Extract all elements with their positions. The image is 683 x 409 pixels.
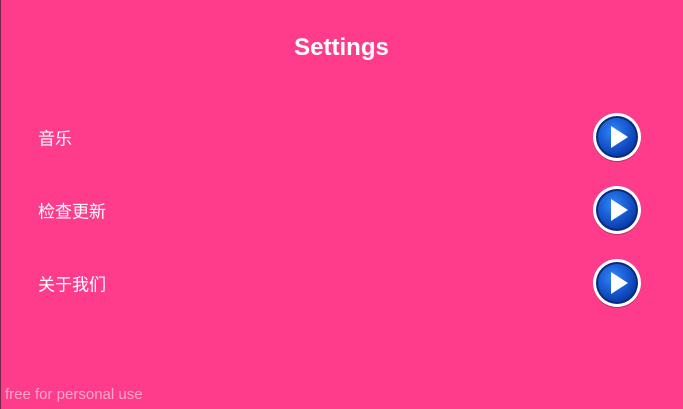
- about-us-play-button[interactable]: [591, 257, 643, 309]
- settings-screen: Settings 音乐 检查更新 关于我们 free for personal …: [0, 0, 683, 409]
- check-update-play-button[interactable]: [591, 184, 643, 236]
- settings-row-label-about-us: 关于我们: [38, 275, 106, 296]
- settings-row-check-update: 检查更新: [0, 182, 683, 238]
- page-title: Settings: [294, 34, 389, 61]
- watermark-text: free for personal use: [5, 386, 143, 403]
- music-play-button[interactable]: [591, 111, 643, 163]
- settings-row-label-check-update: 检查更新: [38, 202, 106, 223]
- settings-row-label-music: 音乐: [38, 129, 72, 150]
- settings-row-music: 音乐: [0, 109, 683, 165]
- play-icon: [593, 259, 641, 308]
- play-icon: [593, 186, 641, 235]
- play-icon: [593, 113, 641, 162]
- settings-row-about-us: 关于我们: [0, 255, 683, 311]
